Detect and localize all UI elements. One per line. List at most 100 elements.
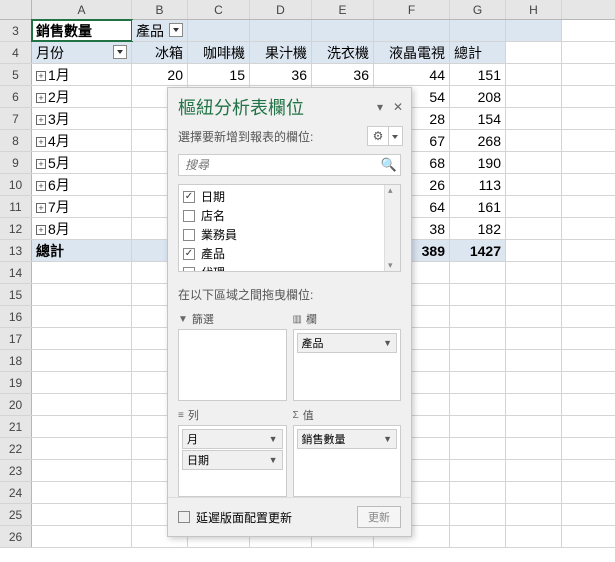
gear-icon[interactable]: ⚙ <box>367 126 389 146</box>
expand-icon[interactable]: + <box>36 159 46 169</box>
cell[interactable]: 208 <box>450 86 506 107</box>
values-dropzone[interactable]: 銷售數量 ▼ <box>293 425 402 497</box>
month-6月[interactable]: +6月 <box>32 174 132 195</box>
columns-title: 欄 <box>306 311 317 327</box>
checkbox[interactable]: ✓ <box>183 248 195 260</box>
header-咖啡機[interactable]: 咖啡機 <box>188 42 250 63</box>
col-header-E[interactable]: E <box>312 0 374 19</box>
columns-icon: ▥ <box>293 314 302 325</box>
cell[interactable]: 15 <box>188 64 250 85</box>
header-果汁機[interactable]: 果汁機 <box>250 42 312 63</box>
checkbox[interactable]: ✓ <box>183 191 195 203</box>
col-header-D[interactable]: D <box>250 0 312 19</box>
search-icon[interactable]: 🔍 <box>378 155 400 175</box>
month-8月[interactable]: +8月 <box>32 218 132 239</box>
field-label: 業務員 <box>201 226 237 243</box>
cell[interactable]: 182 <box>450 218 506 239</box>
filter-icon: ▼ <box>178 314 188 325</box>
month-4月[interactable]: +4月 <box>32 130 132 151</box>
checkbox[interactable] <box>183 229 195 241</box>
expand-icon[interactable]: + <box>36 93 46 103</box>
dropdown-icon[interactable] <box>169 23 183 37</box>
field-list[interactable]: ✓ 日期店名業務員 ✓ 產品代理 <box>178 184 401 272</box>
cell[interactable]: 36 <box>312 64 374 85</box>
chevron-down-icon[interactable]: ▼ <box>269 434 278 444</box>
cell[interactable]: 36 <box>250 64 312 85</box>
header-冰箱[interactable]: 冰箱 <box>132 42 188 63</box>
cell-A3[interactable]: 銷售數量 <box>32 20 132 41</box>
field-日期[interactable]: ✓ 日期 <box>179 187 400 206</box>
search-input[interactable] <box>179 155 378 175</box>
month-5月[interactable]: +5月 <box>32 152 132 173</box>
cell[interactable]: 151 <box>450 64 506 85</box>
rows-area: ≡列 月▼日期▼ <box>178 407 287 497</box>
checkbox[interactable] <box>183 210 195 222</box>
header-洗衣機[interactable]: 洗衣機 <box>312 42 374 63</box>
col-header-F[interactable]: F <box>374 0 450 19</box>
pill-產品[interactable]: 產品 ▼ <box>297 333 398 353</box>
month-1月[interactable]: +1月 <box>32 64 132 85</box>
pill-銷售數量[interactable]: 銷售數量 ▼ <box>297 429 398 449</box>
expand-icon[interactable]: + <box>36 71 46 81</box>
grand-total-label[interactable]: 總計 <box>32 240 132 261</box>
update-button[interactable]: 更新 <box>357 506 401 528</box>
pill-月[interactable]: 月▼ <box>182 429 283 449</box>
search-box[interactable]: 🔍 <box>178 154 401 176</box>
cell-B3[interactable]: 產品 <box>132 20 188 41</box>
dropdown-icon[interactable] <box>113 45 127 59</box>
cell[interactable]: 190 <box>450 152 506 173</box>
field-代理[interactable]: 代理 <box>179 263 400 272</box>
checkbox[interactable] <box>183 267 195 273</box>
month-2月[interactable]: +2月 <box>32 86 132 107</box>
pivot-title: 樞紐分析表欄位 <box>178 94 373 120</box>
cell[interactable]: 113 <box>450 174 506 195</box>
col-header-A[interactable]: A <box>32 0 132 19</box>
pill-日期[interactable]: 日期▼ <box>182 450 283 470</box>
chevron-down-icon[interactable]: ▼ <box>269 455 278 465</box>
field-label: 日期 <box>201 188 225 205</box>
field-label: 產品 <box>201 245 225 262</box>
scrollbar[interactable] <box>384 185 400 271</box>
month-3月[interactable]: +3月 <box>32 108 132 129</box>
cell[interactable]: 44 <box>374 64 450 85</box>
cell[interactable]: 268 <box>450 130 506 151</box>
pivot-options-dropdown-icon[interactable]: ▾ <box>373 100 387 114</box>
month-7月[interactable]: +7月 <box>32 196 132 217</box>
cell[interactable]: 20 <box>132 64 188 85</box>
chevron-down-icon[interactable]: ▼ <box>383 338 392 348</box>
close-icon[interactable]: ✕ <box>391 100 405 114</box>
cell[interactable]: 154 <box>450 108 506 129</box>
col-header-H[interactable]: H <box>506 0 562 19</box>
field-業務員[interactable]: 業務員 <box>179 225 400 244</box>
expand-icon[interactable]: + <box>36 225 46 235</box>
defer-checkbox[interactable] <box>178 511 190 523</box>
pivot-field-pane: 樞紐分析表欄位 ▾ ✕ 選擇要新增到報表的欄位: ⚙ 🔍 ✓日期店名業務員✓產品… <box>167 87 412 537</box>
filters-dropzone[interactable] <box>178 329 287 401</box>
col-header-B[interactable]: B <box>132 0 188 19</box>
rows-title: 列 <box>188 407 199 423</box>
header-液晶電視[interactable]: 液晶電視 <box>374 42 450 63</box>
field-產品[interactable]: ✓ 產品 <box>179 244 400 263</box>
select-all-corner[interactable] <box>0 0 32 19</box>
cell-A4[interactable]: 月份 <box>32 42 132 63</box>
rows-dropzone[interactable]: 月▼日期▼ <box>178 425 287 497</box>
field-label: 店名 <box>201 207 225 224</box>
expand-icon[interactable]: + <box>36 137 46 147</box>
pill-label: 銷售數量 <box>302 431 346 447</box>
field-店名[interactable]: 店名 <box>179 206 400 225</box>
expand-icon[interactable]: + <box>36 115 46 125</box>
pill-label: 產品 <box>302 335 324 351</box>
chevron-down-icon[interactable]: ▼ <box>383 434 392 444</box>
values-title: 值 <box>303 407 314 423</box>
expand-icon[interactable]: + <box>36 203 46 213</box>
filters-title: 篩選 <box>192 311 214 327</box>
cell[interactable]: 161 <box>450 196 506 217</box>
col-header-G[interactable]: G <box>450 0 506 19</box>
header-總計[interactable]: 總計 <box>450 42 506 63</box>
pill-label: 月 <box>187 431 198 447</box>
columns-dropzone[interactable]: 產品 ▼ <box>293 329 402 401</box>
col-header-C[interactable]: C <box>188 0 250 19</box>
field-label: 代理 <box>201 264 225 272</box>
expand-icon[interactable]: + <box>36 181 46 191</box>
gear-dropdown-icon[interactable] <box>389 126 403 146</box>
